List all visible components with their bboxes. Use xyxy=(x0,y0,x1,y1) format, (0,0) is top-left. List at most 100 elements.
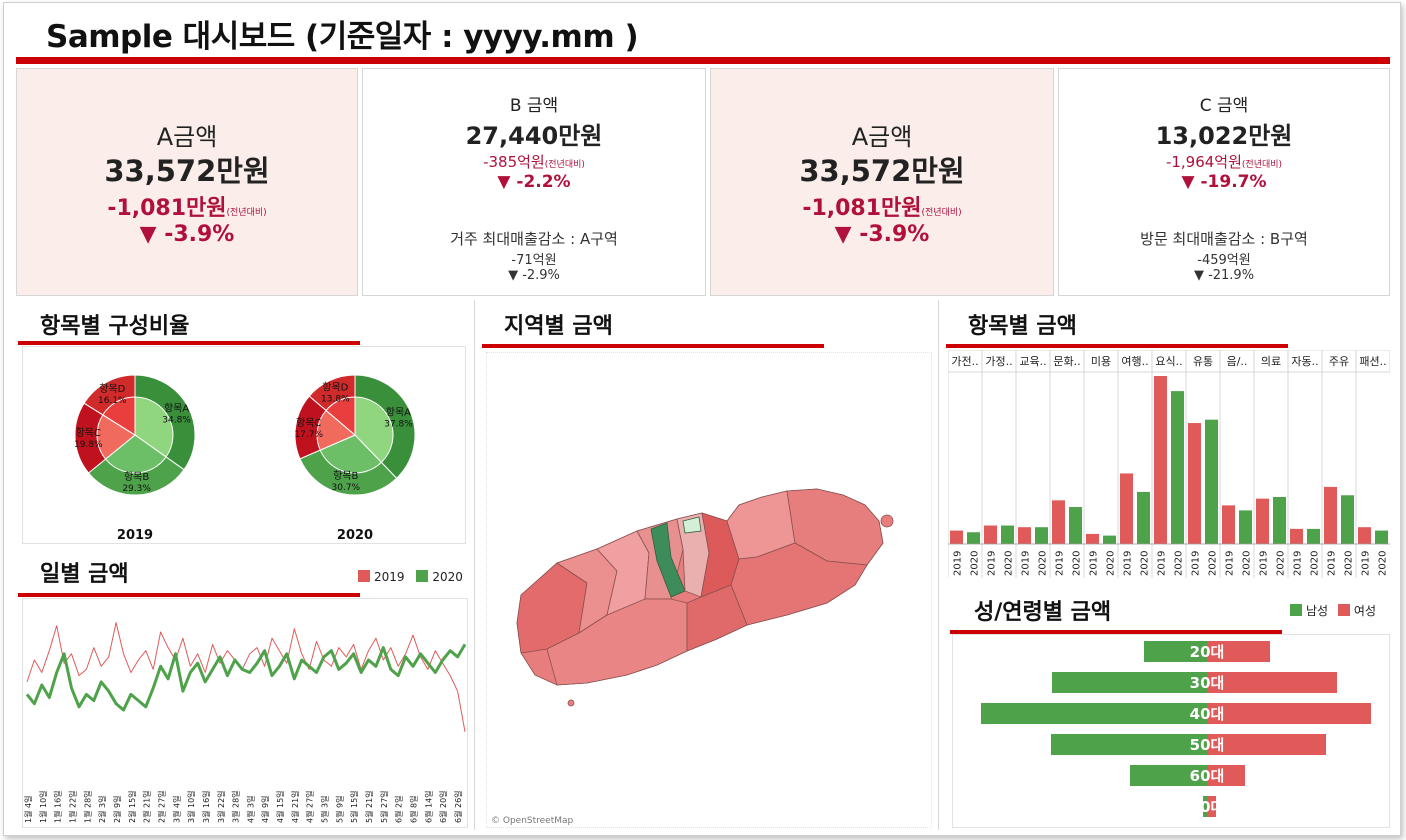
section-rule xyxy=(18,593,360,597)
items-bar-2019[interactable] xyxy=(1120,473,1133,544)
daily-x-tick: 1월 10일 xyxy=(38,790,48,823)
items-bar-2019[interactable] xyxy=(1052,500,1065,544)
kpi-note-pct: ▼ -21.9% xyxy=(1193,268,1255,283)
items-bar-2020[interactable] xyxy=(1205,419,1218,544)
pyramid-bar-female[interactable] xyxy=(1207,734,1326,755)
items-bar-2020[interactable] xyxy=(1103,535,1116,544)
pyramid-bar-female[interactable] xyxy=(1207,703,1371,724)
kpi-diff-value: -1,081만원 xyxy=(107,196,227,221)
daily-x-tick: 6월 2일 xyxy=(394,796,404,823)
items-bar-2019[interactable] xyxy=(1154,376,1167,544)
items-bar-2020[interactable] xyxy=(1137,491,1150,544)
items-bar-2020[interactable] xyxy=(1273,496,1286,544)
daily-x-tick: 4월 3일 xyxy=(245,796,255,823)
legend-swatch-female xyxy=(1337,604,1350,616)
items-bar-2020[interactable] xyxy=(1341,495,1354,544)
items-x-tick: 2020 xyxy=(1276,551,1287,576)
items-x-tick: 2019 xyxy=(953,551,964,576)
kpi-diff-value: -1,081만원 xyxy=(802,196,922,221)
pyramid-age-label: 30대 xyxy=(1190,674,1225,692)
composition-donut-charts: 항목A34.8%항목B29.3%항목C19.8%항목D16.1%2019항목A3… xyxy=(74,374,416,543)
legend-label-2020: 2020 xyxy=(432,570,463,584)
daily-x-tick: 6월 20일 xyxy=(438,790,448,823)
items-x-tick: 2019 xyxy=(1191,551,1202,576)
kpi-note-title: 방문 최대매출감소 : B구역 xyxy=(1140,230,1308,248)
section-title-gender-age: 성/연령별 금액 xyxy=(974,600,1112,625)
donut-slice-name: 항목B xyxy=(333,470,358,482)
kpi-card-a-copy[interactable]: A금액 33,572만원 -1,081만원(전년대비) ▼ -3.9% xyxy=(710,68,1054,296)
items-bar-2019[interactable] xyxy=(1324,486,1337,544)
items-bar-2019[interactable] xyxy=(950,530,963,544)
daily-x-tick: 4월 27일 xyxy=(305,790,315,823)
donut-slice-label: 37.8% xyxy=(384,419,413,429)
items-bar-2019[interactable] xyxy=(984,525,997,544)
daily-x-tick: 3월 4일 xyxy=(171,796,181,823)
section-title-items: 항목별 금액 xyxy=(968,314,1077,339)
kpi-pct: ▼ -3.9% xyxy=(139,222,235,247)
map-islet[interactable] xyxy=(880,514,894,528)
items-bar-2020[interactable] xyxy=(1069,507,1082,544)
kpi-diff: -1,964억원(전년대비) xyxy=(1059,151,1389,172)
daily-x-tick: 2월 15일 xyxy=(127,790,137,823)
kpi-note-title: 거주 최대매출감소 : A구역 xyxy=(450,230,618,248)
kpi-diff-value: -1,964억원 xyxy=(1165,153,1242,171)
items-x-tick: 2019 xyxy=(1157,551,1168,576)
pyramid-bar-male[interactable] xyxy=(1051,734,1207,755)
items-x-tick: 2020 xyxy=(1378,551,1389,576)
items-bar-2020[interactable] xyxy=(1307,528,1320,544)
kpi-card-c[interactable]: C 금액 13,022만원 -1,964억원(전년대비) ▼ -19.7% 방문… xyxy=(1058,68,1390,296)
items-bar-2019[interactable] xyxy=(1188,423,1201,544)
items-bar-2019[interactable] xyxy=(1256,498,1269,544)
map-islet[interactable] xyxy=(567,699,575,707)
kpi-card-a[interactable]: A금액 33,572만원 -1,081만원(전년대비) ▼ -3.9% xyxy=(16,68,358,296)
items-bar-2020[interactable] xyxy=(1171,391,1184,544)
items-category-label: 교육.. xyxy=(1019,355,1046,368)
items-category-label: 여행.. xyxy=(1121,355,1148,368)
title-rule xyxy=(16,57,1390,64)
items-x-tick: 2019 xyxy=(1055,551,1066,576)
kpi-pct: ▼ -2.2% xyxy=(497,172,571,192)
pyramid-bar-male[interactable] xyxy=(1052,672,1207,693)
daily-series-2020[interactable] xyxy=(25,643,467,712)
items-bar-2020[interactable] xyxy=(1001,525,1014,544)
items-bar-2019[interactable] xyxy=(1222,505,1235,544)
items-x-tick: 2019 xyxy=(1327,551,1338,576)
gender-age-legend: 남성 여성 xyxy=(1290,602,1376,619)
region-map[interactable]: © OpenStreetMap xyxy=(487,353,933,829)
items-bar-2019[interactable] xyxy=(1086,533,1099,544)
items-x-tick: 2019 xyxy=(1089,551,1100,576)
items-bar-2019[interactable] xyxy=(1358,527,1371,544)
items-bar-chart: 가전.. 2019 2020 가정.. 2019 2020 교육.. 2019 2020 문화..… xyxy=(947,349,1391,578)
donut-2019: 항목A34.8% 항목B29.3% 항목C19.8% 항목D16.1% 2019 xyxy=(74,374,196,543)
pyramid-bar-male[interactable] xyxy=(981,703,1207,724)
region-map-panel[interactable]: © OpenStreetMap xyxy=(486,352,932,828)
items-bar-2020[interactable] xyxy=(967,532,980,544)
items-bar-2020[interactable] xyxy=(1375,530,1388,544)
daily-x-tick: 6월 26일 xyxy=(453,790,463,823)
kpi-label: A금액 xyxy=(156,123,218,151)
items-bar-2020[interactable] xyxy=(1239,510,1252,544)
items-panel: 가전.. 2019 2020 가정.. 2019 2020 교육.. 2019 2020 문화..… xyxy=(947,349,1391,580)
items-bar-2020[interactable] xyxy=(1035,527,1048,544)
kpi-card-b[interactable]: B 금액 27,440만원 -385억원(전년대비) ▼ -2.2% 거주 최대… xyxy=(362,68,706,296)
items-bar-2019[interactable] xyxy=(1290,528,1303,544)
donut-year-label: 2020 xyxy=(337,528,373,543)
pyramid-bar-female[interactable] xyxy=(1207,672,1337,693)
donut-slice-name: 항목D xyxy=(99,383,125,395)
legend-label-female: 여성 xyxy=(1353,604,1377,618)
items-bar-2019[interactable] xyxy=(1018,527,1031,544)
daily-x-tick: 4월 21일 xyxy=(290,790,300,823)
donut-slice-label: 19.8% xyxy=(74,440,103,450)
items-category-label: 의료 xyxy=(1261,355,1281,368)
daily-series-2019[interactable] xyxy=(26,622,466,732)
items-x-tick: 2019 xyxy=(1259,551,1270,576)
gender-age-panel: 20대 30대 40대 50대 60대 70대 xyxy=(952,634,1390,828)
kpi-note-value: -71억원 xyxy=(511,253,557,268)
items-category-label: 가정.. xyxy=(985,355,1012,368)
donut-slice-label: 17.7% xyxy=(294,430,323,440)
jeju-island-map xyxy=(516,488,894,707)
items-x-tick: 2020 xyxy=(1344,551,1355,576)
legend-swatch-2019 xyxy=(358,570,370,582)
pyramid-age-label: 50대 xyxy=(1190,736,1225,754)
daily-x-tick: 2월 21일 xyxy=(142,790,152,823)
